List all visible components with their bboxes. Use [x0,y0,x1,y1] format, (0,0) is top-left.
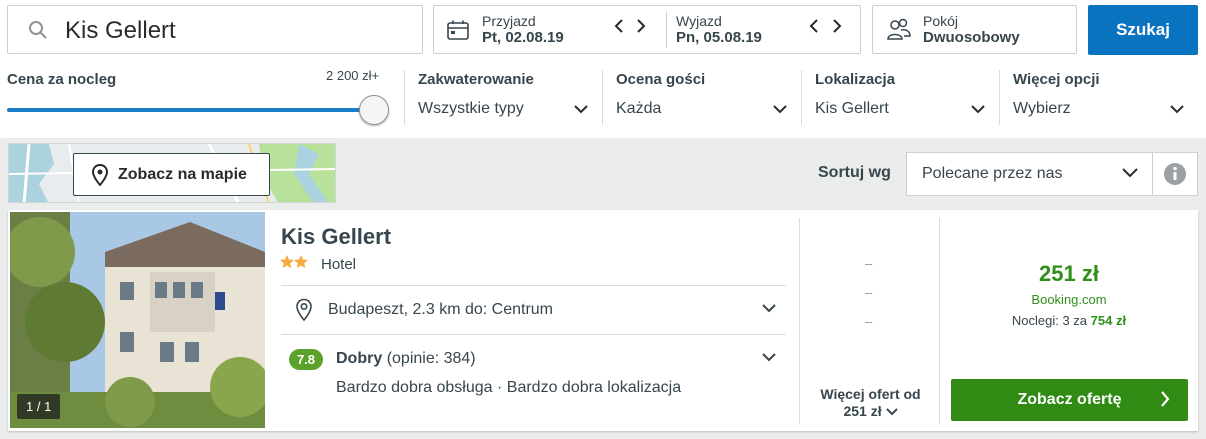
other-price-placeholder: – [865,256,873,271]
checkin-prev-chevron-left-icon[interactable] [614,18,624,38]
room-label: Pokój [923,13,959,29]
price-max: 2 200 zł+ [326,68,380,83]
view-offer-button[interactable]: Zobacz ofertę [951,379,1188,421]
more-offers-price: 251 zł [843,403,882,419]
rating-word: Dobry [336,350,383,367]
map-pin-icon [92,163,108,186]
calendar-icon [447,20,469,40]
chevron-down-icon [971,105,985,114]
checkout-next-chevron-right-icon[interactable] [832,18,842,38]
chevron-down-icon[interactable] [762,304,776,313]
checkout-label: Wyjazd [676,13,722,29]
location-filter-label: Lokalizacja [815,71,896,88]
sort-select[interactable]: Polecane przez nas [906,152,1153,196]
checkout-value: Pn, 05.08.19 [676,29,762,46]
chevron-down-icon[interactable] [762,353,776,362]
hotel-location: Budapeszt, 2.3 km do: Centrum [328,301,553,318]
divider [799,218,800,424]
price-slider-track[interactable] [7,108,375,112]
accommodation-filter[interactable]: Zakwaterowanie Wszystkie typy [404,70,602,125]
checkout-field[interactable]: Wyjazd Pn, 05.08.19 [676,13,762,47]
search-button[interactable]: Szukaj [1088,5,1198,55]
price-label: Cena za nocleg [7,71,117,88]
view-on-map-label: Zobacz na mapie [118,165,247,183]
checkin-next-chevron-right-icon[interactable] [636,18,646,38]
rating-count: (opinie: 384) [386,350,476,367]
star-icon [294,255,308,268]
star-rating [280,255,308,271]
nights-prefix: Noclegi: 3 za [1011,313,1088,328]
divider [939,218,940,424]
divider [281,334,786,335]
checkin-value: Pt, 02.08.19 [482,29,564,46]
search-input[interactable]: Kis Gellert [7,5,423,54]
checkout-prev-chevron-left-icon[interactable] [809,18,819,38]
checkin-label: Przyjazd [482,13,536,29]
checkin-field[interactable]: Przyjazd Pt, 02.08.19 [482,13,564,47]
nights-total: Noclegi: 3 za 754 zł [953,313,1185,328]
room-value: Dwuosobowy [923,29,1020,46]
date-divider [666,12,667,48]
hotel-type: Hotel [321,256,357,273]
hotel-card: 1 / 1 Kis Gellert Hotel Budapeszt, 2.3 k… [8,210,1198,431]
other-price-placeholder: – [865,285,873,300]
chevron-down-icon [773,105,787,114]
divider [281,285,786,286]
price-slider-handle[interactable] [359,95,389,125]
rating-filter-label: Ocena gości [616,71,706,88]
search-query: Kis Gellert [65,17,176,44]
hotel-name[interactable]: Kis Gellert [281,224,391,250]
rating-description: Bardzo dobra obsługa · Bardzo dobra loka… [336,379,682,396]
chevron-down-icon [1170,105,1184,114]
best-price[interactable]: 251 zł [953,261,1185,287]
info-icon [1164,163,1186,185]
price-provider: Booking.com [1031,292,1107,307]
date-picker[interactable]: Przyjazd Pt, 02.08.19 Wyjazd Pn, 05.08.1… [433,5,861,54]
star-icon [280,255,294,268]
more-options-filter[interactable]: Więcej opcji Wybierz [999,70,1198,125]
view-on-map-button[interactable]: Zobacz na mapie [73,153,270,196]
photo-counter: 1 / 1 [17,394,61,419]
other-price-placeholder: – [865,314,873,329]
search-header: Kis Gellert Przyjazd Pt, 02.08.19 Wyjazd… [0,0,1206,138]
map-pin-icon [296,298,312,322]
nights-total-price: 754 zł [1090,313,1127,328]
more-offers-line1: Więcej ofert od [820,386,921,402]
view-offer-label: Zobacz ofertę [1017,391,1122,408]
more-offers-link[interactable]: Więcej ofert od 251 zł [808,386,933,420]
more-options-label: Więcej opcji [1013,71,1100,88]
accommodation-label: Zakwaterowanie [418,71,534,88]
rating-badge: 7.8 [289,349,323,370]
rating-summary: Dobry (opinie: 384) [336,350,476,368]
chevron-right-icon [1161,391,1170,407]
hotel-photo[interactable]: 1 / 1 [10,212,265,428]
room-selector[interactable]: Pokój Dwuosobowy [872,5,1077,54]
chevron-down-icon [574,105,588,114]
sort-label: Sortuj wg [818,164,891,181]
sort-info-button[interactable] [1152,152,1198,196]
search-icon [29,21,47,39]
location-filter[interactable]: Lokalizacja Kis Gellert [801,70,999,125]
rating-filter[interactable]: Ocena gości Każda [602,70,801,125]
sort-value: Polecane przez nas [922,165,1063,182]
chevron-down-icon [885,408,898,416]
chevron-down-icon [1122,168,1138,178]
people-icon [887,18,911,40]
